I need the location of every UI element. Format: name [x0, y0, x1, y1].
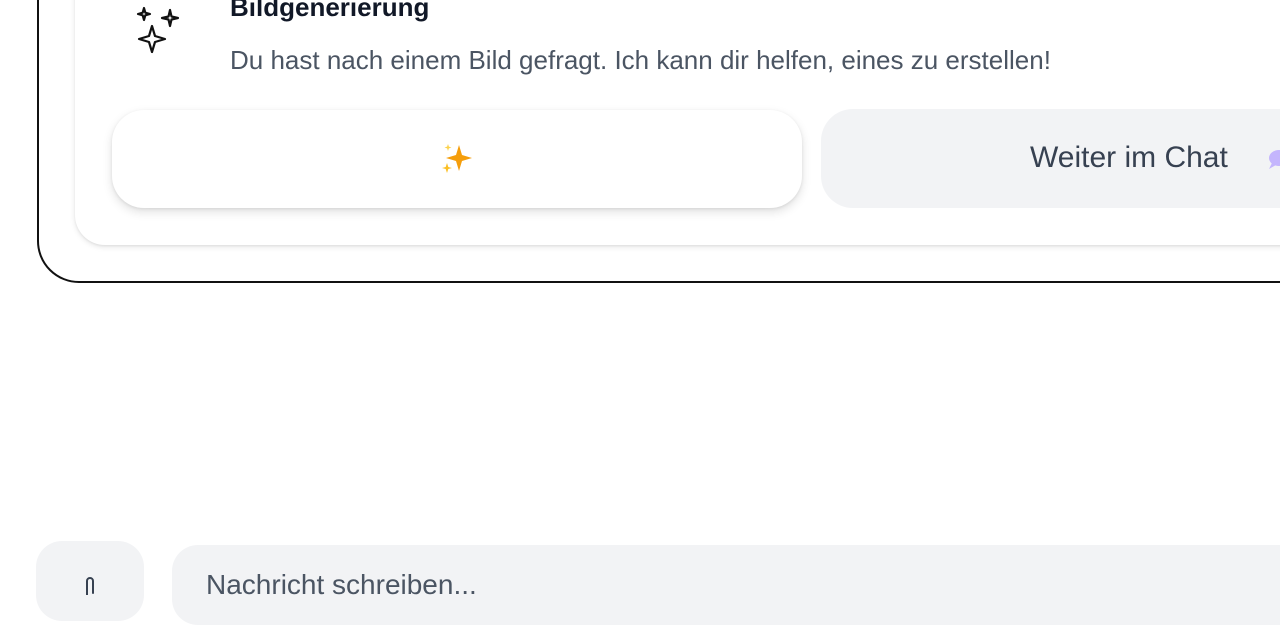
- continue-chat-button[interactable]: Weiter im Chat: [821, 109, 1280, 208]
- generate-image-button[interactable]: [112, 110, 802, 208]
- continue-chat-label: Weiter im Chat: [1030, 141, 1228, 174]
- suggestion-title: Bildgenerierung: [230, 0, 430, 22]
- speech-bubble-emoji-icon: [1265, 149, 1280, 171]
- paperclip-icon: [86, 577, 94, 595]
- sparkles-icon: [134, 6, 182, 54]
- attach-button[interactable]: [36, 541, 144, 621]
- suggestion-description: Du hast nach einem Bild gefragt. Ich kan…: [230, 45, 1051, 75]
- message-input[interactable]: [172, 545, 1280, 625]
- sparkles-emoji-icon: [439, 141, 475, 177]
